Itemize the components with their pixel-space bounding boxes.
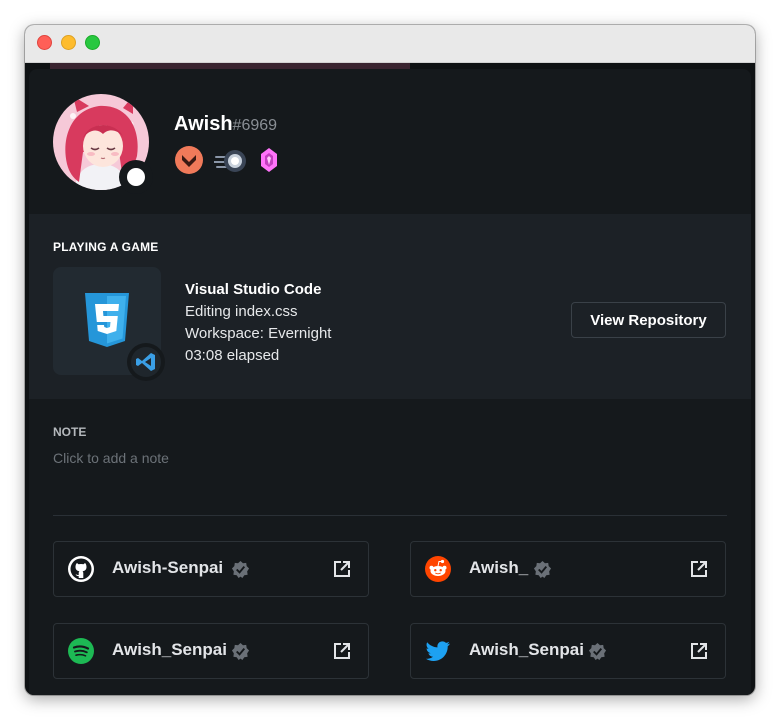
activity-name: Visual Studio Code	[185, 281, 322, 298]
connection-name: Awish_Senpai	[112, 640, 227, 659]
activity-section: PLAYING A GAME Visual Studio Code Editin…	[29, 214, 751, 399]
discriminator: #6969	[232, 117, 278, 134]
connection-name: Awish_Senpai	[469, 640, 584, 659]
user-profile-card: Awish#6969 PLAYING A GAME Visual Studio …	[29, 69, 751, 695]
connection-spotify[interactable]: Awish_Senpai	[53, 623, 369, 679]
activity-header: PLAYING A GAME	[53, 240, 159, 254]
external-link-icon[interactable]	[689, 641, 709, 661]
external-link-icon[interactable]	[689, 559, 709, 579]
username-tag[interactable]: Awish#6969	[174, 113, 277, 136]
external-link-icon[interactable]	[332, 641, 352, 661]
verified-check-icon	[533, 560, 552, 579]
connection-github[interactable]: Awish-Senpai	[53, 541, 369, 597]
verified-check-icon	[588, 642, 607, 661]
minimize-window-button[interactable]	[61, 35, 76, 50]
activity-state: Workspace: Evernight	[185, 325, 332, 342]
zoom-window-button[interactable]	[85, 35, 100, 50]
connection-reddit[interactable]: Awish_	[410, 541, 726, 597]
online-status-dot	[127, 168, 145, 186]
app-window: Awish#6969 PLAYING A GAME Visual Studio …	[25, 25, 755, 695]
view-repository-button[interactable]: View Repository	[571, 302, 726, 338]
activity-elapsed: 03:08 elapsed	[185, 347, 280, 364]
activity-details: Editing index.css	[185, 303, 298, 320]
boost-gem-icon[interactable]	[258, 145, 280, 180]
spotify-icon	[67, 637, 95, 665]
avatar[interactable]	[53, 94, 153, 194]
username: Awish	[174, 113, 233, 135]
verified-check-icon	[231, 642, 250, 661]
connection-name: Awish_	[469, 558, 529, 577]
note-label: NOTE	[53, 425, 87, 439]
connection-name: Awish-Senpai	[112, 558, 224, 577]
github-icon	[67, 555, 95, 583]
status-indicator	[119, 160, 153, 194]
reddit-icon	[424, 555, 452, 583]
twitter-icon	[424, 637, 452, 665]
section-divider	[53, 515, 727, 516]
close-window-button[interactable]	[37, 35, 52, 50]
hypesquad-bravery-icon[interactable]	[174, 145, 204, 180]
note-input[interactable]: Click to add a note	[53, 450, 553, 472]
title-bar	[25, 25, 755, 63]
connection-twitter[interactable]: Awish_Senpai	[410, 623, 726, 679]
vscode-icon	[136, 353, 155, 371]
nitro-icon[interactable]	[213, 145, 250, 180]
verified-check-icon	[231, 560, 250, 579]
activity-small-image[interactable]	[127, 343, 165, 381]
external-link-icon[interactable]	[332, 559, 352, 579]
